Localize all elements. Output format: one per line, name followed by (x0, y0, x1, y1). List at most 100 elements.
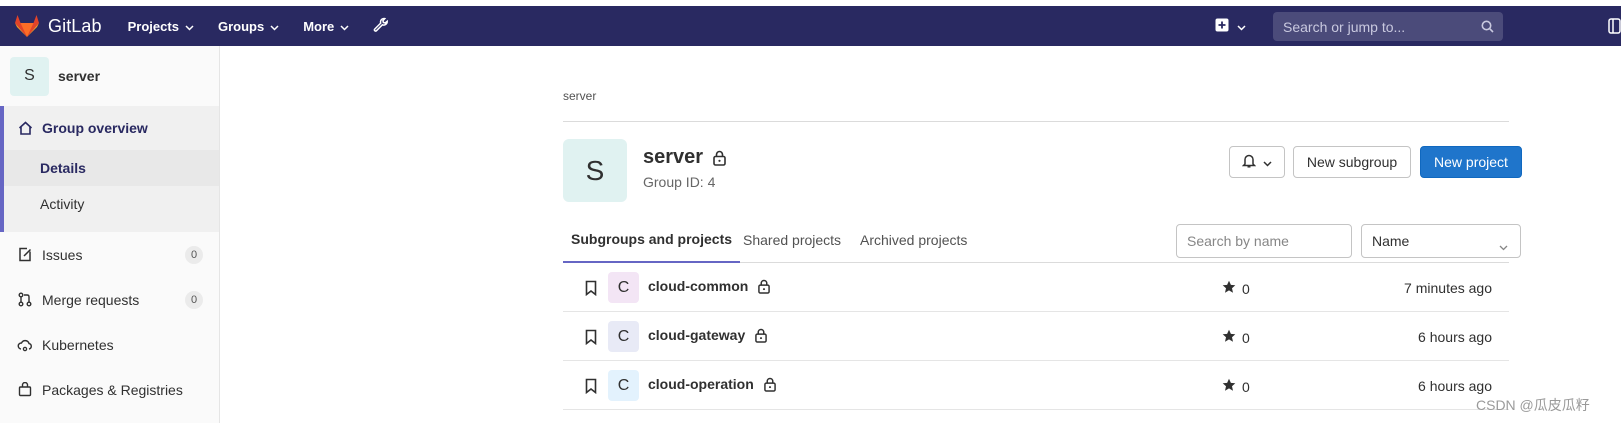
nav-projects-dropdown[interactable]: Projects (128, 19, 194, 34)
global-search-input[interactable]: Search or jump to... (1273, 12, 1503, 41)
chevron-down-icon (270, 19, 279, 34)
plus-square-icon (1215, 18, 1229, 35)
search-placeholder: Search or jump to... (1283, 18, 1406, 35)
nav-menu: Projects Groups More (128, 17, 390, 36)
project-stars: 0 (1222, 329, 1250, 346)
project-title[interactable]: cloud-common (648, 278, 771, 294)
project-updated-time: 7 minutes ago (1404, 280, 1492, 296)
project-updated-time: 6 hours ago (1418, 378, 1492, 394)
chevron-down-icon (1237, 18, 1246, 34)
nav-projects-label: Projects (127, 18, 179, 34)
star-icon (1222, 329, 1236, 346)
nav-right (1215, 6, 1246, 46)
new-item-dropdown[interactable] (1215, 18, 1246, 35)
projects-list: C cloud-common 0 7 minutes ago C cloud-g… (563, 263, 1509, 410)
project-avatar: C (608, 370, 639, 401)
sidebar-group-header[interactable]: S server (0, 46, 219, 106)
chevron-down-icon (185, 19, 194, 34)
project-row[interactable]: C cloud-common 0 7 minutes ago (563, 263, 1509, 312)
star-icon (1222, 280, 1236, 297)
project-row[interactable]: C cloud-gateway 0 6 hours ago (563, 312, 1509, 361)
nav-more-label: More (303, 18, 335, 34)
breadcrumb-item[interactable]: server (563, 89, 596, 103)
project-avatar: C (608, 321, 639, 352)
star-count: 0 (1242, 280, 1250, 297)
project-name[interactable]: cloud-gateway (648, 327, 745, 343)
cloud-gear-icon (16, 338, 34, 352)
sidebar-subitem-label: Activity (40, 196, 85, 212)
lock-icon (763, 377, 776, 392)
sidebar-item-label: Kubernetes (42, 336, 114, 353)
project-stars: 0 (1222, 280, 1250, 297)
sidebar-item-packages-registries[interactable]: Packages & Registries (0, 367, 219, 412)
sidebar-item-label: Issues (42, 246, 83, 263)
sidebar-item-issues[interactable]: Issues 0 (0, 232, 219, 277)
nav-groups-label: Groups (217, 18, 265, 34)
project-name[interactable]: cloud-operation (648, 376, 754, 392)
star-icon (1222, 378, 1236, 395)
sidebar-item-merge-requests[interactable]: Merge requests 0 (0, 277, 219, 322)
bookmark-icon (585, 280, 597, 299)
merge-requests-count-badge: 0 (185, 290, 203, 309)
gitlab-brand[interactable]: GitLab (14, 6, 102, 46)
brand-name: GitLab (48, 15, 102, 36)
tab-label: Archived projects (860, 231, 968, 248)
sidebar-group-name: server (58, 68, 101, 84)
new-project-button[interactable]: New project (1420, 146, 1522, 178)
sidebar-toggle-icon[interactable] (1608, 18, 1621, 37)
chevron-down-icon (340, 19, 349, 34)
nav-more-dropdown[interactable]: More (303, 19, 349, 34)
new-subgroup-button[interactable]: New subgroup (1293, 146, 1411, 178)
issues-count-badge: 0 (185, 245, 203, 264)
project-title[interactable]: cloud-operation (648, 376, 776, 392)
sidebar-item-label: Group overview (42, 120, 148, 136)
star-count: 0 (1242, 378, 1250, 395)
tab-label: Shared projects (743, 231, 842, 248)
group-sidebar: S server Group overview Details Activity… (0, 46, 220, 423)
group-avatar: S (563, 139, 627, 202)
project-title[interactable]: cloud-gateway (648, 327, 768, 343)
tab-subgroups-and-projects[interactable]: Subgroups and projects (563, 216, 741, 263)
bookmark-icon (585, 378, 597, 397)
sidebar-subitem-activity[interactable]: Activity (4, 186, 219, 222)
chevron-down-icon (1263, 154, 1272, 170)
sidebar-overview-section: Group overview Details Activity (0, 106, 219, 232)
breadcrumb[interactable]: server (563, 89, 596, 103)
lock-icon (758, 279, 771, 294)
star-count: 0 (1242, 329, 1250, 346)
project-stars: 0 (1222, 378, 1250, 395)
project-row[interactable]: C cloud-operation 0 6 hours ago (563, 361, 1509, 410)
sidebar-menu: Issues 0 Merge requests 0 Kubernetes Pac… (0, 232, 219, 412)
bell-icon (1241, 153, 1257, 171)
group-name-text: server (643, 146, 704, 168)
bookmark-icon (585, 329, 597, 348)
nav-groups-dropdown[interactable]: Groups (218, 19, 279, 34)
sort-select[interactable]: Name (1361, 224, 1521, 258)
top-navbar: GitLab Projects Groups More Search or ju… (0, 6, 1621, 46)
notification-settings-dropdown[interactable] (1229, 146, 1285, 178)
group-id: Group ID: 4 (643, 174, 716, 190)
sidebar-subitem-label: Details (40, 160, 86, 176)
issues-icon (16, 247, 34, 262)
sidebar-item-label: Merge requests (42, 291, 140, 308)
sidebar-group-avatar: S (10, 56, 49, 96)
tab-shared-projects[interactable]: Shared projects (743, 216, 841, 263)
sidebar-item-kubernetes[interactable]: Kubernetes (0, 322, 219, 367)
filter-placeholder: Search by name (1187, 233, 1289, 249)
merge-request-icon (16, 292, 34, 307)
sidebar-subitem-details[interactable]: Details (4, 150, 219, 186)
lock-icon (713, 150, 726, 166)
group-title: server (643, 146, 726, 169)
project-name[interactable]: cloud-common (648, 278, 748, 294)
package-icon (16, 382, 34, 397)
lock-icon (755, 328, 768, 343)
admin-area-link[interactable] (373, 17, 389, 36)
sort-selected-value: Name (1372, 233, 1410, 249)
search-by-name-input[interactable]: Search by name (1176, 224, 1352, 258)
sidebar-item-group-overview[interactable]: Group overview (4, 106, 219, 150)
project-avatar: C (608, 272, 639, 303)
main-content: server S server Group ID: 4 New subgroup… (221, 46, 1621, 423)
tab-archived-projects[interactable]: Archived projects (860, 216, 967, 263)
watermark: CSDN @瓜皮瓜籽 (1476, 397, 1590, 413)
chevron-down-icon (1499, 238, 1508, 254)
